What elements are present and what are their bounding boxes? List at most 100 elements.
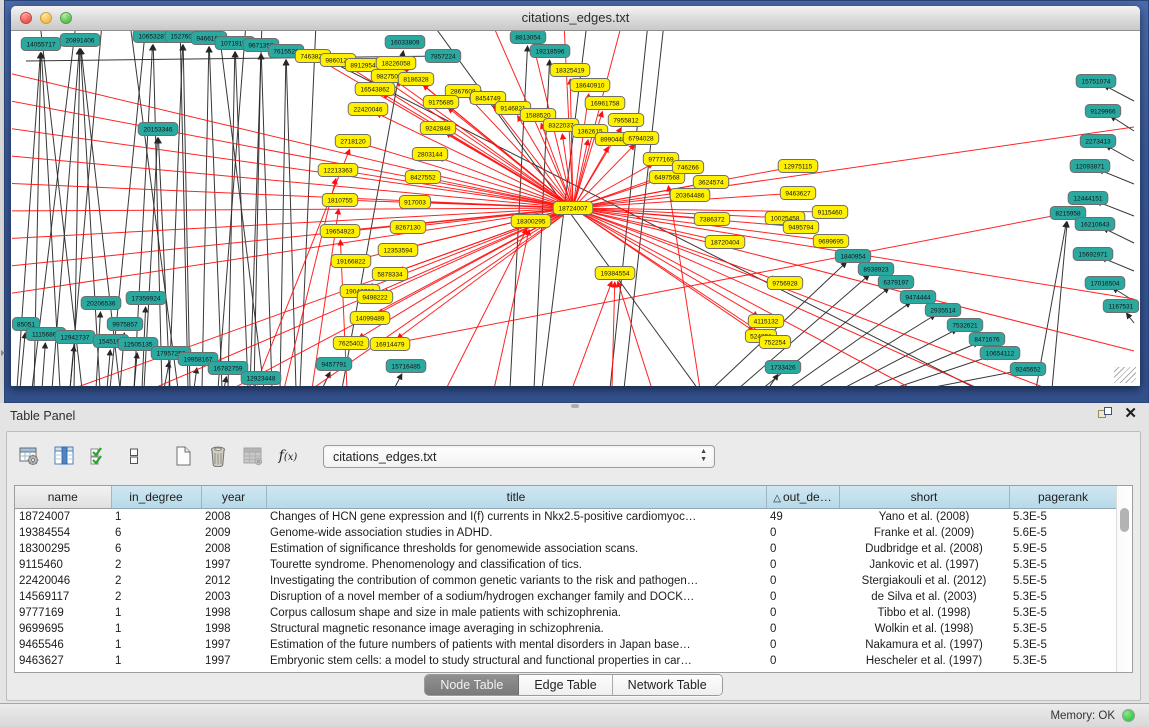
table-row[interactable]: 946362711997Embryonic stem cells: a mode… — [15, 653, 1117, 669]
scrollbar-thumb[interactable] — [1120, 508, 1129, 532]
column-visibility-button[interactable] — [52, 444, 76, 468]
graph-node-label: 12444151 — [1074, 195, 1103, 202]
graph-edge — [107, 350, 110, 386]
graph-node-label: 18724007 — [559, 205, 588, 212]
column-header-name[interactable]: name — [15, 486, 111, 508]
table-row[interactable]: 1456911722003Disruption of a novel membe… — [15, 589, 1117, 605]
table-cell: 0 — [766, 621, 839, 637]
close-panel-icon[interactable]: ✕ — [1124, 407, 1137, 421]
table-row[interactable]: 1830029562008Estimation of significance … — [15, 541, 1117, 557]
graph-node-label: 9975857 — [112, 321, 138, 328]
graph-node-label: 15716485 — [392, 363, 421, 370]
table-row[interactable]: 911546021997Tourette syndrome. Phenomeno… — [15, 557, 1117, 573]
table-cell: 22420046 — [15, 573, 111, 589]
table-row[interactable]: 1872400712008Changes of HCN gene express… — [15, 508, 1117, 525]
table-tabbar: Node TableEdge TableNetwork Table — [7, 674, 1140, 696]
splitter-grip[interactable] — [571, 404, 579, 408]
graph-node-label: 7955812 — [613, 117, 639, 124]
graph-node-label: 3624574 — [698, 179, 724, 186]
table-cell: 2 — [111, 557, 201, 573]
graph-edge — [573, 208, 912, 386]
graph-node-label: 9498222 — [362, 294, 388, 301]
table-cell: de Silva et al. (2003) — [839, 589, 1009, 605]
graph-node-label: 2718120 — [340, 138, 366, 145]
table-row[interactable]: 946554611997Estimation of the future num… — [15, 637, 1117, 653]
graph-node-label: 17016504 — [1091, 280, 1120, 287]
float-panel-icon[interactable] — [1098, 407, 1112, 421]
graph-edge — [572, 281, 612, 386]
graph-node-label: 14055717 — [27, 41, 56, 48]
graph-node-label: 12942737 — [61, 334, 90, 341]
network-canvas[interactable]: 1405571720891406106532871527602946616110… — [12, 31, 1139, 386]
column-header-year[interactable]: year — [201, 486, 266, 508]
select-mode-button[interactable] — [87, 444, 111, 468]
column-header-title[interactable]: title — [266, 486, 766, 508]
graph-edge — [12, 183, 573, 208]
graph-node-label: 17359924 — [132, 295, 161, 302]
table-cell: Estimation of significance thresholds fo… — [266, 541, 766, 557]
table-cell: Changes of HCN gene expression and I(f) … — [266, 508, 766, 525]
import-table-button-disabled[interactable] — [241, 444, 265, 468]
function-builder-button[interactable]: f(x) — [276, 444, 300, 468]
graph-node-label: 16914479 — [376, 341, 405, 348]
graph-node-label: 6379197 — [883, 279, 909, 286]
graph-edge — [394, 374, 402, 386]
new-document-icon — [172, 445, 194, 467]
column-header-out_de[interactable]: △out_de… — [766, 486, 839, 508]
table-cell: Yano et al. (2008) — [839, 508, 1009, 525]
graph-node-label: 18300295 — [517, 218, 546, 225]
graph-node-label: 752254 — [764, 339, 786, 346]
table-row[interactable]: 969969511998Structural magnetic resonanc… — [15, 621, 1117, 637]
graph-node-label: 9474444 — [905, 294, 931, 301]
table-cell: Embryonic stem cells: a model to study s… — [266, 653, 766, 669]
trash-icon — [207, 445, 229, 467]
table-row[interactable]: 1938455462009Genome-wide association stu… — [15, 525, 1117, 541]
graph-node-label: 917003 — [404, 199, 426, 206]
column-header-pagerank[interactable]: pagerank — [1009, 486, 1117, 508]
column-header-short[interactable]: short — [839, 486, 1009, 508]
graph-edge — [224, 377, 226, 386]
graph-node-label: 6794028 — [628, 135, 654, 142]
delete-table-button[interactable] — [206, 444, 230, 468]
network-graph-svg[interactable]: 1405571720891406106532871527602946616110… — [12, 31, 1139, 386]
node-table: namein_degreeyeartitle△out_de…shortpager… — [14, 485, 1133, 673]
table-cell: 0 — [766, 589, 839, 605]
table-cell: 5.6E-5 — [1009, 525, 1117, 541]
graph-node-label: 8215958 — [1055, 210, 1081, 217]
graph-node-label: 9129966 — [1090, 108, 1116, 115]
table-cell: Investigating the contribution of common… — [266, 573, 766, 589]
table-cell: 2012 — [201, 573, 266, 589]
table-cell: Dudbridge et al. (2008) — [839, 541, 1009, 557]
table-cell: 0 — [766, 653, 839, 669]
table-cell: 9463627 — [15, 653, 111, 669]
table-cell: 5.3E-5 — [1009, 508, 1117, 525]
graph-node-label: 9175685 — [428, 99, 454, 106]
table-cell: 6 — [111, 525, 201, 541]
graph-node-label: 8186328 — [403, 76, 429, 83]
row-height-button[interactable] — [122, 444, 146, 468]
table-cell: 1997 — [201, 557, 266, 573]
table-vertical-scrollbar[interactable] — [1116, 486, 1132, 672]
tab-node-table[interactable]: Node Table — [425, 675, 519, 695]
table-cell: 2009 — [201, 525, 266, 541]
table-settings-button[interactable] — [17, 444, 41, 468]
graph-node-label: 8267130 — [395, 224, 421, 231]
table-selector-dropdown[interactable]: citations_edges.txt ▲▼ — [323, 445, 715, 468]
tab-edge-table[interactable]: Edge Table — [519, 675, 612, 695]
network-window-titlebar[interactable]: citations_edges.txt — [11, 6, 1140, 31]
splitter-collapse-icon[interactable] — [1, 350, 5, 356]
new-table-button[interactable] — [171, 444, 195, 468]
graph-node-label: 16033809 — [391, 39, 420, 46]
column-header-in_degree[interactable]: in_degree — [111, 486, 201, 508]
table-cell: 2008 — [201, 541, 266, 557]
table-row[interactable]: 2242004622012Investigating the contribut… — [15, 573, 1117, 589]
tab-network-table[interactable]: Network Table — [613, 675, 722, 695]
table-cell: 5.3E-5 — [1009, 653, 1117, 669]
graph-node-label: 9457791 — [321, 361, 347, 368]
graph-edge — [788, 302, 911, 386]
window-resize-grip[interactable] — [1114, 367, 1136, 383]
graph-node-label: 18325419 — [556, 67, 585, 74]
graph-edge — [12, 208, 573, 239]
table-row[interactable]: 977716911998Corpus callosum shape and si… — [15, 605, 1117, 621]
graph-node-label: 18226058 — [382, 60, 411, 67]
